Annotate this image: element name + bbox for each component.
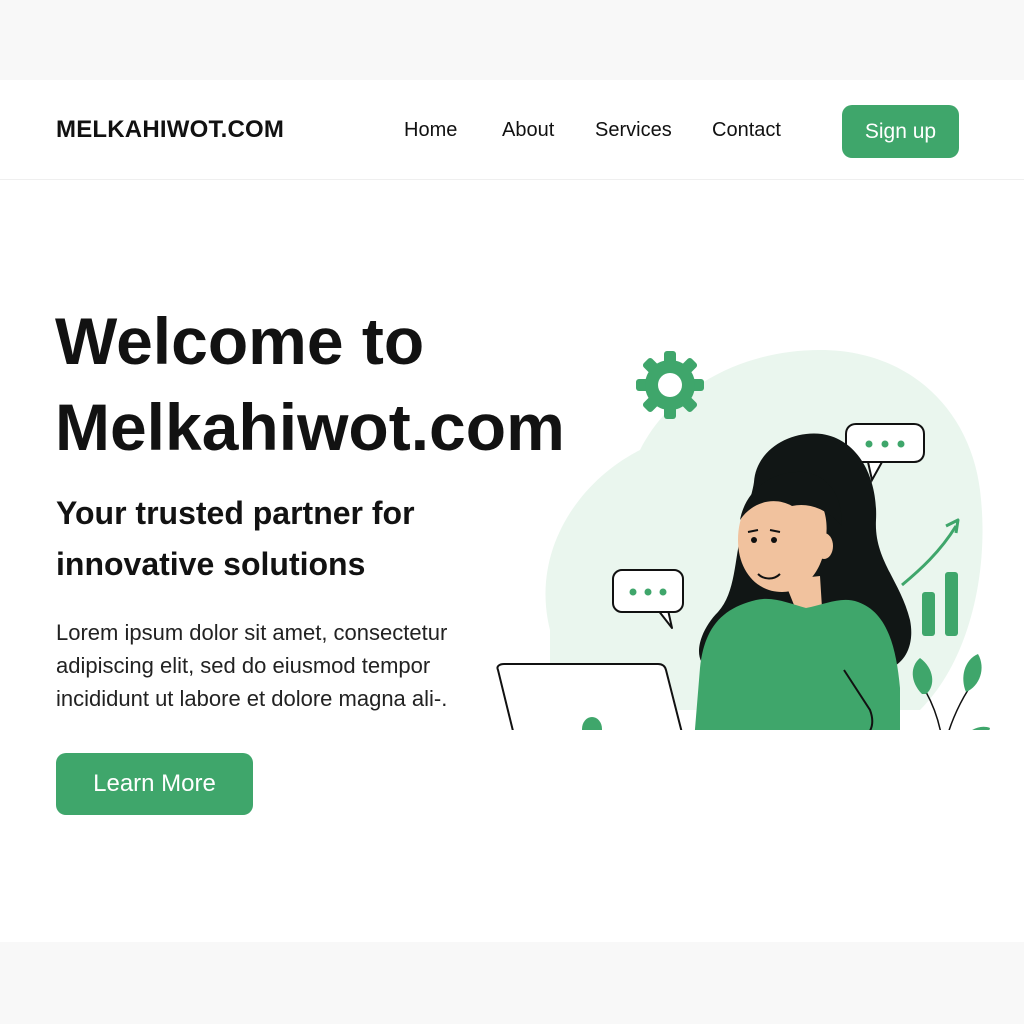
hero-description-line-2: adipiscing elit, sed do eiusmod tempor	[56, 653, 431, 678]
hero-description-line-3: incididunt ut labore et dolore magna ali…	[56, 686, 448, 711]
nav-link-about[interactable]: About	[502, 119, 554, 142]
hero-title-line-1: Welcome to	[55, 304, 425, 378]
learn-more-button[interactable]: Learn More	[56, 753, 253, 815]
hero-subtitle: Your trusted partner for innovative solu…	[56, 488, 496, 590]
nav-link-services[interactable]: Services	[595, 119, 672, 142]
landing-page: MELKAHIWOT.COM Home About Services Conta…	[0, 80, 1024, 942]
hero-title-line-2: Melkahiwot.com	[55, 390, 565, 464]
sign-up-button[interactable]: Sign up	[842, 105, 959, 158]
nav-link-home[interactable]: Home	[404, 119, 457, 142]
gear-icon	[636, 351, 704, 419]
hero-description-line-1: Lorem ipsum dolor sit amet, consectetur	[56, 620, 448, 645]
top-navbar: MELKAHIWOT.COM Home About Services Conta…	[0, 80, 1024, 180]
hero-illustration	[496, 350, 990, 730]
hero-subtitle-line-1: Your trusted partner for	[56, 495, 415, 531]
nav-link-contact[interactable]: Contact	[712, 119, 781, 142]
hero-description: Lorem ipsum dolor sit amet, consectetur …	[56, 616, 496, 715]
brand-logo[interactable]: MELKAHIWOT.COM	[56, 116, 284, 144]
hero-subtitle-line-2: innovative solutions	[56, 546, 366, 582]
